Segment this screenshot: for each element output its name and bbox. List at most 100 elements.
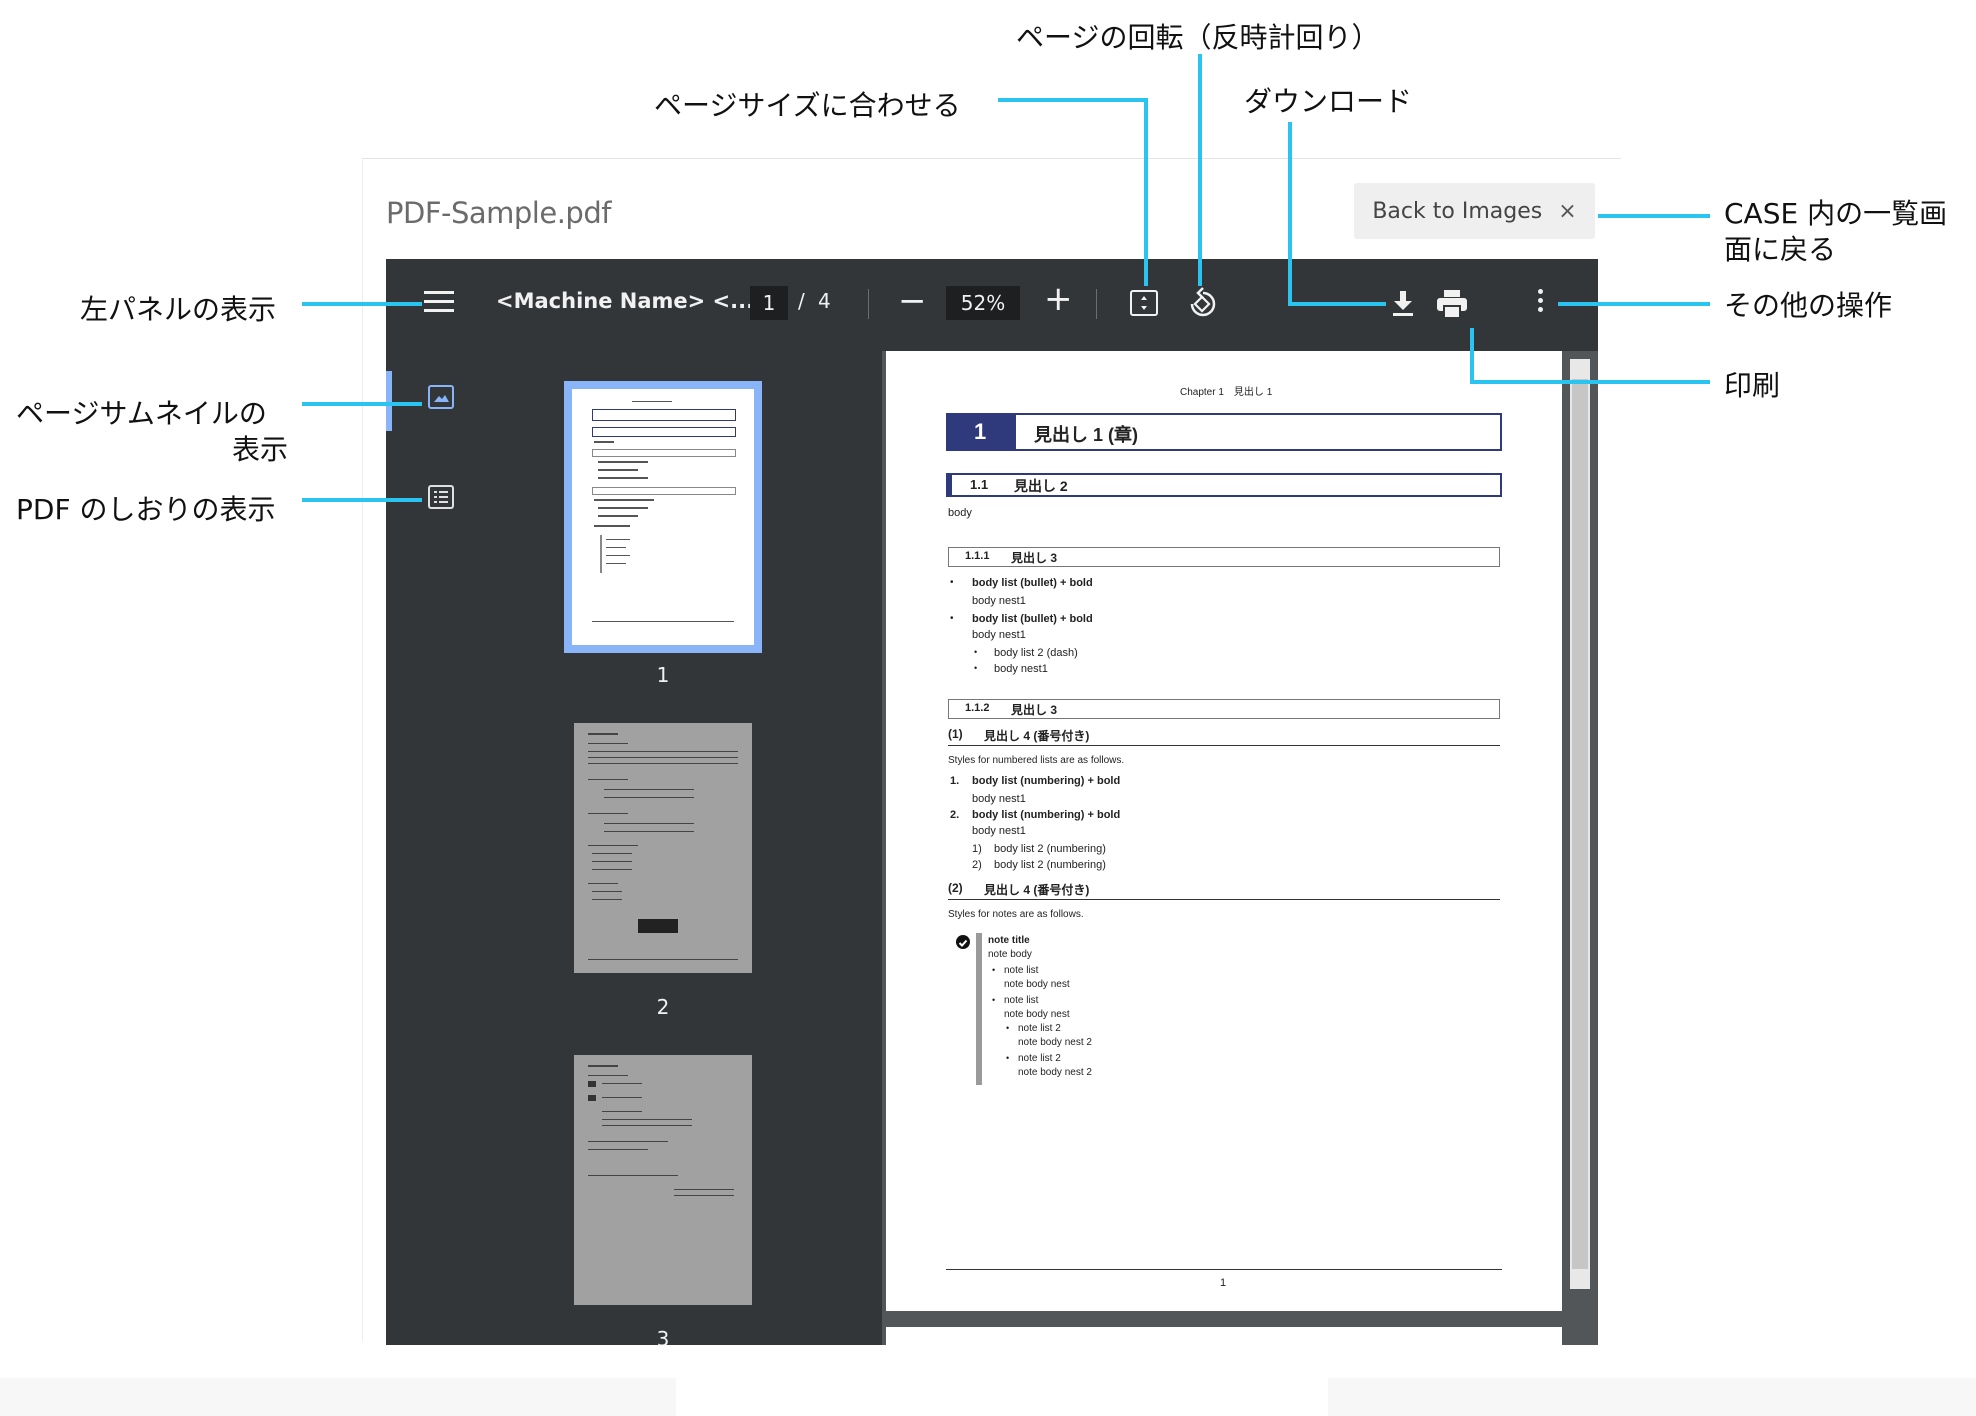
list-marker: 1) bbox=[972, 843, 982, 855]
thumbnail-page-1[interactable] bbox=[572, 389, 754, 645]
thumbnail-page-3[interactable] bbox=[574, 1055, 752, 1305]
note-title: note title bbox=[988, 935, 1030, 946]
footer-rule bbox=[946, 1269, 1502, 1270]
heading-2-text: 見出し 2 bbox=[1014, 478, 1068, 494]
note-body-nest: note body nest 2 bbox=[1018, 1067, 1092, 1078]
close-icon: × bbox=[1558, 198, 1577, 224]
note-list-item: note list 2 bbox=[1018, 1023, 1061, 1034]
callout-line-fit bbox=[998, 98, 1146, 102]
callout-line-print bbox=[1470, 328, 1474, 382]
body-text: Styles for numbered lists are as follows… bbox=[948, 755, 1125, 766]
list-item: body list 2 (numbering) bbox=[994, 859, 1106, 871]
check-icon bbox=[956, 935, 970, 949]
callout-line-download bbox=[1288, 302, 1386, 306]
heading-rule bbox=[948, 899, 1500, 900]
active-indicator bbox=[386, 371, 392, 431]
annotation-back-line2: 面に戻る bbox=[1724, 233, 1837, 266]
list-item-nest: body nest1 bbox=[972, 793, 1026, 805]
annotation-bookmarks: PDF のしおりの表示 bbox=[16, 493, 276, 526]
note-list-item: note list bbox=[1004, 995, 1039, 1006]
thumbnail-label: 2 bbox=[656, 995, 670, 1019]
toolbar-divider bbox=[1096, 289, 1097, 319]
annotation-other-ops: その他の操作 bbox=[1724, 289, 1893, 322]
list-marker: 1. bbox=[950, 775, 960, 787]
heading-rule bbox=[948, 745, 1500, 746]
heading-3: 1.1.1 見出し 3 bbox=[948, 547, 1500, 567]
heading-2: 1.1 見出し 2 bbox=[946, 473, 1502, 497]
thumbnail-page-2[interactable] bbox=[574, 723, 752, 973]
annotation-thumbnails: ページサムネイルの bbox=[16, 397, 267, 430]
annotation-download: ダウンロード bbox=[1244, 85, 1413, 118]
page-number-input[interactable]: 1 bbox=[750, 286, 788, 320]
document-name: <Machine Name> <... bbox=[496, 289, 755, 313]
page-separator: / bbox=[798, 289, 805, 313]
zoom-out-button[interactable]: − bbox=[898, 281, 927, 321]
callout-line-fit bbox=[1144, 98, 1148, 286]
more-options-icon[interactable] bbox=[1536, 289, 1544, 317]
page-number: 1 bbox=[1220, 1277, 1227, 1289]
heading-2-number: 1.1 bbox=[970, 477, 989, 492]
callout-line-other-ops bbox=[1558, 302, 1710, 306]
note-body-nest: note body nest bbox=[1004, 979, 1070, 990]
fit-to-page-icon[interactable] bbox=[1130, 290, 1158, 316]
bottom-gap bbox=[676, 1378, 1328, 1416]
note-body: note body bbox=[988, 949, 1032, 960]
body-text: body bbox=[948, 507, 972, 519]
callout-line-rotate bbox=[1198, 54, 1202, 286]
scrollbar-thumb[interactable] bbox=[1572, 379, 1588, 1269]
note-body-nest: note body nest bbox=[1004, 1009, 1070, 1020]
annotation-rotate: ページの回転（反時計回り） bbox=[1016, 21, 1380, 54]
file-title: PDF-Sample.pdf bbox=[386, 196, 611, 230]
bookmarks-icon[interactable] bbox=[428, 485, 454, 509]
list-item: body list (numbering) + bold bbox=[972, 775, 1121, 787]
heading-3-text: 見出し 3 bbox=[1011, 703, 1058, 717]
list-item-nest: body nest1 bbox=[972, 629, 1026, 641]
heading-4-text: 見出し 4 (番号付き) bbox=[984, 729, 1090, 743]
download-icon[interactable] bbox=[1390, 289, 1416, 317]
list-item: body nest1 bbox=[994, 663, 1048, 675]
list-item: body list 2 (dash) bbox=[994, 647, 1078, 659]
heading-3-text: 見出し 3 bbox=[1011, 551, 1058, 565]
list-item: body list (bullet) + bold bbox=[972, 613, 1093, 625]
page-total: 4 bbox=[818, 289, 831, 313]
pdf-toolbar: <Machine Name> <... 1 / 4 − 52% + bbox=[386, 259, 1598, 351]
pdf-viewer: <Machine Name> <... 1 / 4 − 52% + 1 2 3 … bbox=[386, 259, 1598, 1345]
heading-1-text: 見出し 1 (章) bbox=[1034, 425, 1139, 445]
thumbnail-label: 3 bbox=[656, 1327, 670, 1345]
heading-1-number: 1 bbox=[974, 419, 987, 444]
annotation-left-panel: 左パネルの表示 bbox=[80, 293, 277, 326]
back-to-images-label: Back to Images bbox=[1372, 198, 1543, 224]
heading-3-number: 1.1.2 bbox=[965, 702, 990, 714]
thumbnail-label: 1 bbox=[656, 663, 670, 687]
zoom-in-button[interactable]: + bbox=[1044, 279, 1073, 319]
list-marker: 2) bbox=[972, 859, 982, 871]
print-icon[interactable] bbox=[1436, 289, 1468, 319]
note-body-nest: note body nest 2 bbox=[1018, 1037, 1092, 1048]
thumbnail-view-icon[interactable] bbox=[428, 385, 454, 409]
body-text: Styles for notes are as follows. bbox=[948, 909, 1084, 920]
side-panel: 1 2 3 bbox=[386, 351, 882, 1345]
bullet: • bbox=[950, 613, 954, 624]
list-item: body list (numbering) + bold bbox=[972, 809, 1121, 821]
callout-line-download bbox=[1288, 122, 1292, 306]
callout-line-thumbnails bbox=[302, 402, 422, 406]
bullet: • bbox=[1006, 1053, 1010, 1063]
back-to-images-button[interactable]: Back to Images × bbox=[1354, 183, 1595, 239]
list-marker: 2. bbox=[950, 809, 960, 821]
list-item: body list 2 (numbering) bbox=[994, 843, 1106, 855]
annotation-print: 印刷 bbox=[1724, 369, 1781, 402]
heading-3-number: 1.1.1 bbox=[965, 550, 990, 562]
note-bar bbox=[976, 933, 982, 1085]
annotation-thumbnails-line2: 表示 bbox=[232, 433, 289, 466]
note-list-item: note list 2 bbox=[1018, 1053, 1061, 1064]
zoom-level-input[interactable]: 52% bbox=[946, 286, 1020, 320]
menu-icon[interactable] bbox=[424, 291, 454, 315]
note-list-item: note list bbox=[1004, 965, 1039, 976]
rotate-counterclockwise-icon[interactable] bbox=[1186, 287, 1220, 321]
list-item: body list (bullet) + bold bbox=[972, 577, 1093, 589]
heading-3: 1.1.2 見出し 3 bbox=[948, 699, 1500, 719]
callout-line-left-panel bbox=[302, 302, 422, 306]
bullet: • bbox=[992, 965, 996, 975]
heading-4-text: 見出し 4 (番号付き) bbox=[984, 883, 1090, 897]
annotation-fit: ページサイズに合わせる bbox=[654, 89, 961, 122]
